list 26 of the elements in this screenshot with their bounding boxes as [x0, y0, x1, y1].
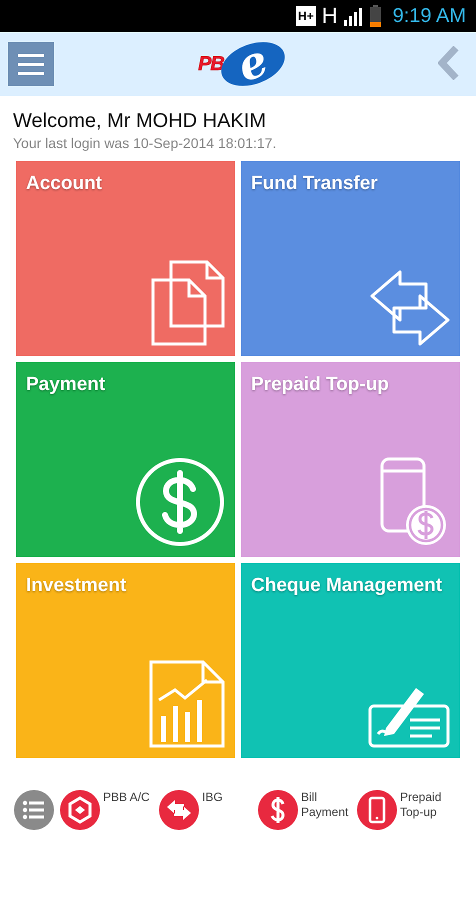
menu-tile[interactable]: Account [16, 161, 235, 356]
last-login-text: Your last login was 10-Sep-2014 18:01:17. [13, 135, 278, 151]
shortcut-label[interactable]: Bill Payment [301, 790, 351, 820]
chart-document-icon [149, 660, 225, 748]
menu-tile[interactable]: Prepaid Top-up [241, 362, 460, 557]
shortcut-label[interactable]: IBG [202, 790, 252, 805]
phone-icon[interactable] [357, 790, 397, 830]
signal-icon [344, 6, 364, 26]
documents-icon [151, 260, 225, 346]
arrows-icon[interactable] [159, 790, 199, 830]
menu-tile[interactable]: Investment [16, 563, 235, 758]
battery-icon [370, 5, 381, 27]
clock: 9:19 AM [392, 4, 466, 28]
welcome-text: Welcome, Mr MOHD HAKIM [13, 110, 267, 133]
menu-tile[interactable]: Payment [16, 362, 235, 557]
shortcut-label[interactable]: PBB A/C [103, 790, 153, 805]
menu-tile[interactable]: Fund Transfer [241, 161, 460, 356]
dollar-icon [135, 457, 225, 547]
shortcut-label[interactable]: Prepaid Top-up [400, 790, 450, 820]
network-type: H [322, 3, 338, 29]
arrows-icon [370, 270, 450, 346]
dollar-icon[interactable] [258, 790, 298, 830]
list-icon[interactable] [14, 790, 54, 830]
menu-button[interactable] [8, 42, 54, 86]
data-badge: H+ [296, 6, 316, 26]
menu-tile[interactable]: Cheque Management [241, 563, 460, 758]
